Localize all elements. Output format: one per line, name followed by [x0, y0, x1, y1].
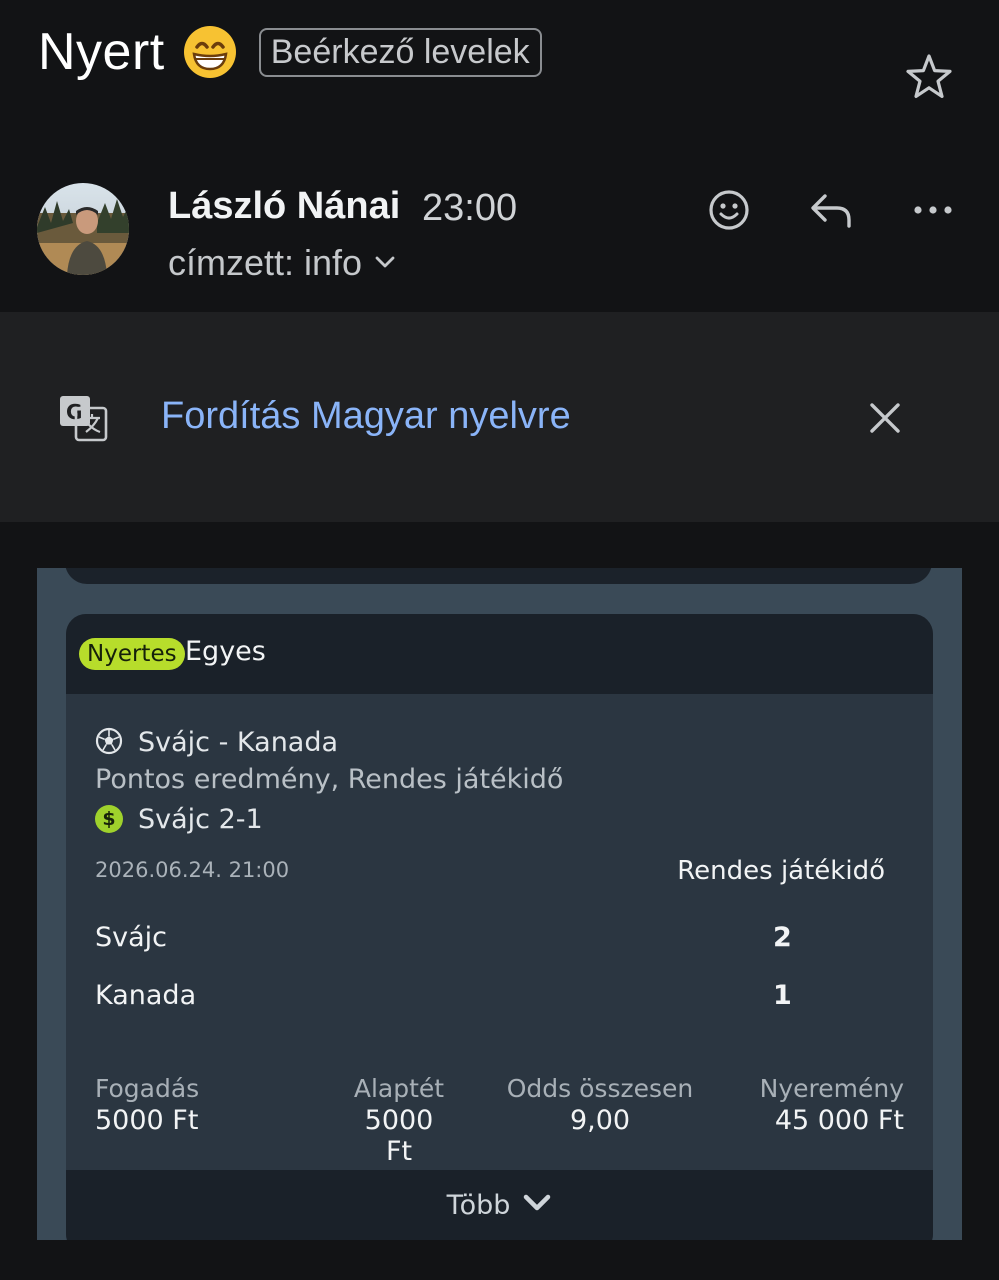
- selection: Svájc 2-1: [138, 804, 263, 835]
- stat-base-stake: Alaptét 5000 Ft: [349, 1074, 449, 1167]
- stat-winnings: Nyeremény 45 000 Ft: [760, 1074, 904, 1136]
- message-time: 23:00: [422, 187, 518, 229]
- subject-row: Nyert Beérkező levelek: [38, 22, 542, 82]
- match-name: Svájc - Kanada: [138, 727, 339, 758]
- stat-value: 5000 Ft: [95, 1105, 199, 1136]
- win-badge: Nyertes: [79, 638, 185, 670]
- stat-stake: Fogadás 5000 Ft: [95, 1074, 199, 1136]
- sender-avatar[interactable]: [37, 183, 129, 275]
- bet-card: Nyertes Egyes Svájc - Kanada Pontos ered…: [66, 614, 933, 1240]
- more-label: Több: [446, 1190, 511, 1221]
- recipient-toggle[interactable]: címzett: info: [168, 242, 398, 284]
- period-label: Rendes játékidő: [677, 856, 885, 886]
- team-name: Kanada: [95, 980, 197, 1011]
- soccer-ball-icon: [95, 727, 123, 755]
- match-datetime: 2026.06.24. 21:00: [95, 858, 290, 882]
- chevron-down-icon: [510, 1190, 552, 1221]
- stat-label: Odds összesen: [506, 1074, 694, 1103]
- bet-type: Egyes: [185, 636, 266, 667]
- stat-label: Fogadás: [95, 1074, 200, 1103]
- translate-icon: G: [58, 392, 110, 444]
- star-icon[interactable]: [902, 50, 956, 104]
- more-bar: Több: [66, 1170, 933, 1240]
- emoji-reaction-icon[interactable]: [701, 182, 757, 238]
- close-icon[interactable]: [862, 395, 908, 441]
- more-button: Több: [66, 1190, 933, 1221]
- chevron-down-icon: [362, 242, 398, 284]
- recipient-text: címzett: info: [168, 242, 363, 283]
- svg-text:G: G: [66, 400, 82, 424]
- bet-card-header: Nyertes Egyes: [66, 614, 933, 694]
- team-name: Svájc: [95, 922, 168, 953]
- reply-icon[interactable]: [803, 182, 859, 238]
- dollar-icon: $: [95, 805, 123, 833]
- inbox-label-chip[interactable]: Beérkező levelek: [258, 27, 542, 77]
- bet-slip-image: Nyertes Egyes Svájc - Kanada Pontos ered…: [37, 568, 962, 1240]
- stat-label: Alaptét: [353, 1074, 445, 1103]
- market-name: Pontos eredmény, Rendes játékidő: [95, 764, 564, 795]
- previous-card-edge: [65, 568, 932, 584]
- team-score: 1: [773, 980, 792, 1011]
- stat-value: 45 000 Ft: [774, 1105, 904, 1136]
- sender-name[interactable]: László Nánai: [168, 185, 400, 228]
- stat-value: 9,00: [569, 1105, 631, 1136]
- more-options-icon[interactable]: [905, 182, 961, 238]
- translate-link[interactable]: Fordítás Magyar nyelvre: [161, 395, 571, 438]
- stat-total-odds: Odds összesen 9,00: [500, 1074, 700, 1136]
- team-score: 2: [773, 922, 792, 953]
- stat-label: Nyeremény: [759, 1074, 904, 1103]
- email-subject: Nyert: [38, 23, 165, 81]
- stat-value: 5000 Ft: [364, 1105, 434, 1167]
- grinning-emoji-icon: [183, 25, 237, 79]
